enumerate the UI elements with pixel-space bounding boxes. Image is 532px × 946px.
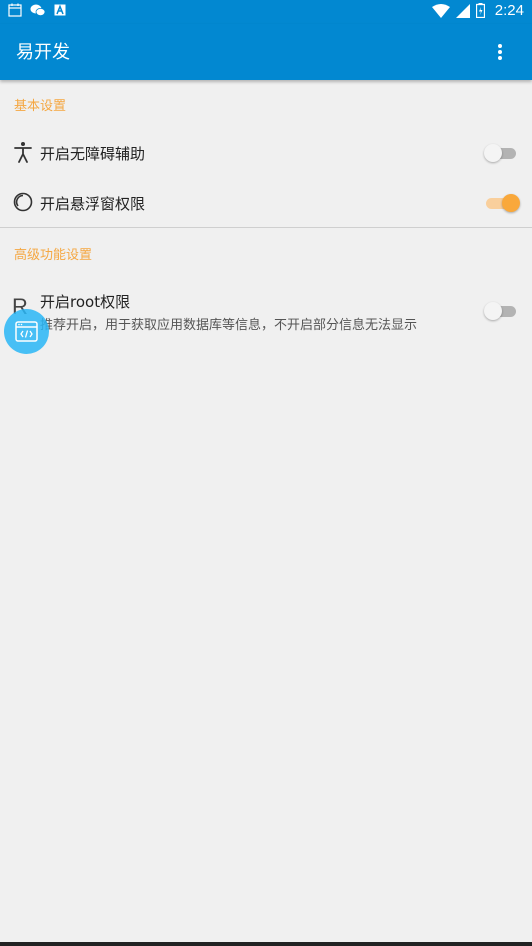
floating-ball[interactable] (4, 309, 49, 354)
section-header-basic: 基本设置 (14, 99, 67, 114)
root-switch[interactable] (484, 300, 520, 322)
app-title: 易开发 (16, 42, 70, 63)
switch-thumb (484, 144, 502, 162)
switch-thumb (502, 194, 520, 212)
wechat-icon (30, 4, 46, 16)
status-bar: 2:24 (0, 0, 532, 24)
status-system: 2:24 (431, 2, 524, 19)
wifi-icon (431, 3, 450, 18)
status-notifications (8, 3, 66, 17)
pref-summary: 推荐开启，用于获取应用数据库等信息，不开启部分信息无法显示 (40, 318, 418, 333)
calendar-icon (8, 3, 22, 17)
section-header-advanced: 高级功能设置 (14, 248, 93, 263)
float-window-icon (13, 192, 33, 212)
accessibility-icon (14, 142, 32, 163)
bottom-edge (0, 942, 532, 946)
status-time: 2:24 (494, 2, 524, 19)
more-vert-icon[interactable] (488, 40, 512, 64)
float-window-switch[interactable] (484, 192, 520, 214)
switch-thumb (484, 302, 502, 320)
pref-root[interactable]: R 开启root权限 推荐开启，用于获取应用数据库等信息，不开启部分信息无法显示 (0, 282, 532, 340)
pref-title: 开启无障碍辅助 (40, 145, 146, 163)
section-divider (0, 227, 532, 228)
accessibility-switch[interactable] (484, 142, 520, 164)
pref-accessibility[interactable]: 开启无障碍辅助 (0, 130, 532, 176)
pref-float-window[interactable]: 开启悬浮窗权限 (0, 180, 532, 226)
battery-icon (475, 3, 485, 18)
pref-title: 开启悬浮窗权限 (40, 195, 146, 213)
signal-icon (455, 3, 470, 18)
notification-a-icon (54, 4, 66, 16)
app-bar: 易开发 (0, 24, 532, 80)
code-window-icon (15, 321, 38, 342)
pref-title: 开启root权限 (40, 293, 131, 311)
